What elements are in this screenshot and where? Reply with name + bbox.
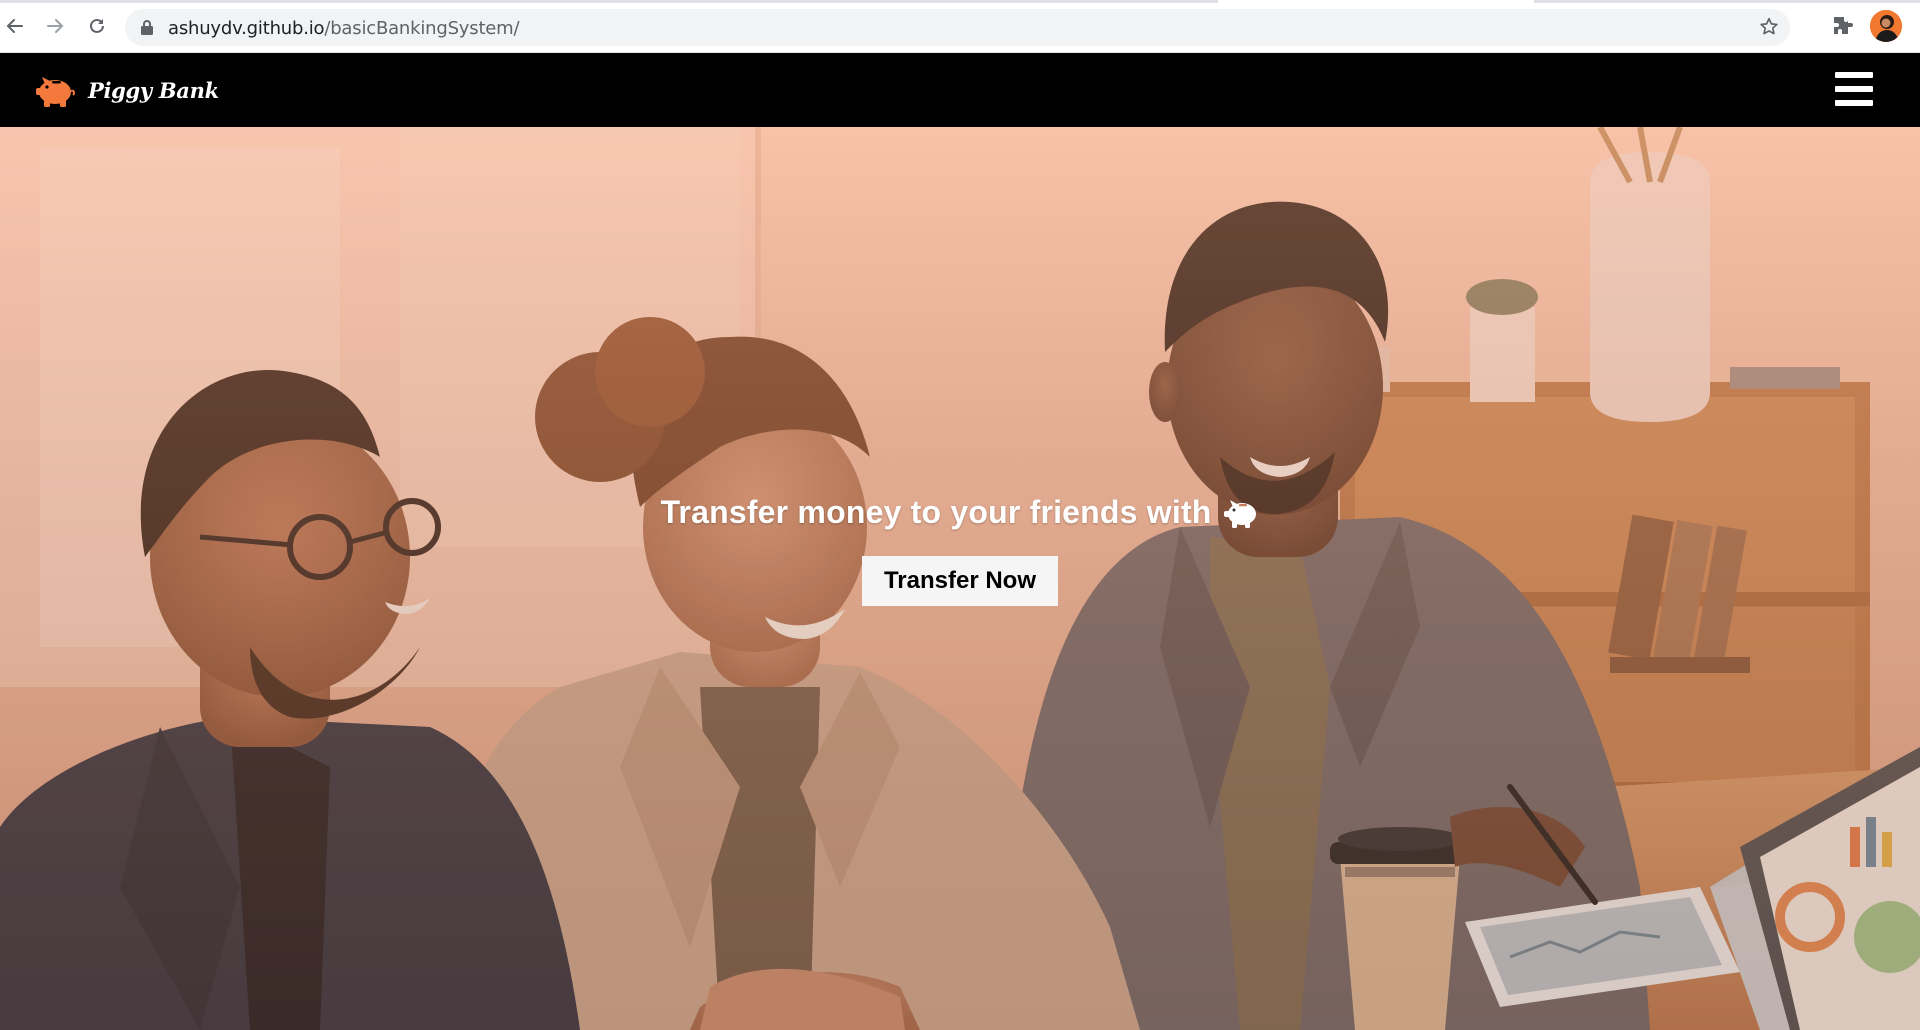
back-button[interactable] [0, 11, 30, 41]
address-bar[interactable]: ashuydv.github.io/basicBankingSystem/ [125, 9, 1790, 46]
profile-photo-icon [1870, 10, 1902, 42]
back-arrow-icon [6, 19, 23, 33]
puzzle-extension-icon[interactable] [1831, 14, 1855, 38]
active-tab-indicator [1218, 0, 1534, 3]
forward-button[interactable] [40, 11, 70, 41]
site-navbar: Piggy Bank [0, 53, 1920, 127]
hamburger-menu-icon[interactable] [1835, 72, 1873, 106]
star-icon[interactable] [1758, 16, 1780, 38]
browser-toolbar: ashuydv.github.io/basicBankingSystem/ [0, 0, 1920, 53]
hamburger-line [1835, 100, 1873, 106]
reload-icon [90, 18, 104, 33]
brand-name: Piggy Bank [88, 77, 219, 103]
tab-strip [0, 0, 1920, 3]
url-host: ashuydv.github.io [168, 18, 325, 39]
lock-icon [141, 20, 153, 35]
url-text: ashuydv.github.io/basicBankingSystem/ [168, 18, 520, 39]
hero-title: Transfer money to your friends with [660, 494, 1259, 531]
piggy-bank-icon [1223, 499, 1256, 528]
profile-avatar[interactable] [1870, 10, 1902, 42]
hamburger-line [1835, 86, 1873, 92]
hero-section: Transfer money to your friends with Tran… [0, 127, 1920, 1030]
hero-title-text: Transfer money to your friends with [660, 494, 1212, 530]
transfer-now-button[interactable]: Transfer Now [862, 556, 1058, 606]
hamburger-line [1835, 72, 1873, 78]
forward-arrow-icon [47, 19, 64, 33]
reload-button[interactable] [82, 11, 112, 41]
piggy-bank-icon [36, 77, 76, 107]
hero-headline-wrapper: Transfer money to your friends with [0, 494, 1920, 531]
brand-link[interactable]: Piggy Bank [34, 71, 219, 109]
url-path: /basicBankingSystem/ [324, 18, 520, 39]
